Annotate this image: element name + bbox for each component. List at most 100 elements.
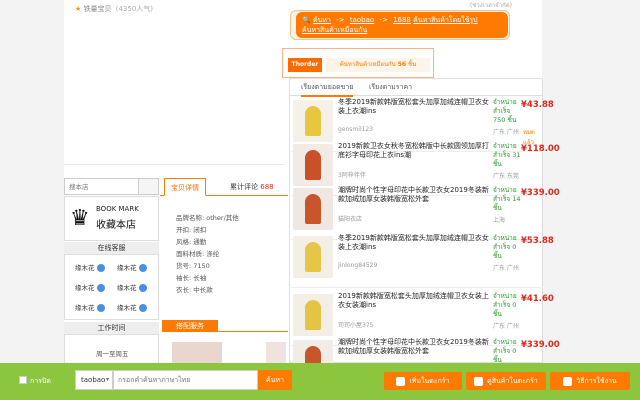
location: 广东 广州 [493, 265, 519, 272]
cs-contact[interactable]: 缘木花 [117, 262, 147, 272]
attr-line: 风格: 通勤 [176, 238, 207, 246]
help-icon [563, 376, 573, 386]
translate-banner: 🔍 ค้นหา -> taobao -> 1688 ค้นหาสินค้าโดย… [296, 12, 508, 38]
left-gutter [0, 0, 64, 400]
price: ¥53.88 [521, 236, 554, 246]
bookmark-cn: 收藏本店 [96, 220, 136, 231]
attr-line: 面料材质: 涤纶 [176, 250, 220, 258]
detail-tabs: 宝贝详情 累计评论 688 [160, 178, 288, 196]
shop-name[interactable]: gensmil123 [338, 126, 373, 133]
1688-link[interactable]: 1688 [393, 16, 411, 24]
keyword-search-button[interactable]: ค้นหา [258, 370, 292, 390]
sold-count: จำหน่าย สำเร็จ 31 ชิ้น [493, 142, 521, 168]
product-thumbnail[interactable] [293, 236, 333, 278]
chat-icon [138, 304, 147, 312]
match-product-image[interactable] [266, 342, 286, 364]
attr-line: 袖长: 长袖 [176, 274, 207, 282]
store-search [64, 178, 159, 195]
work-hours-title: 工作时间 [64, 322, 159, 334]
keyword-search-input[interactable] [114, 371, 257, 389]
chat-icon [96, 304, 105, 312]
search-icon: 🔍 [302, 16, 311, 24]
product-thumbnail[interactable] [293, 188, 333, 230]
attr-line: 开扣: 闭扣 [176, 226, 207, 234]
keyword-search [113, 370, 258, 390]
attr-line: 货号: 7150 [176, 262, 210, 270]
shop-name[interactable]: 3阿梓伴伴 [338, 170, 366, 179]
arrow-icon: -> [379, 16, 388, 24]
shop-name[interactable]: 司司小屋375 [338, 320, 373, 329]
cs-contact[interactable]: 缘木花 [75, 262, 105, 272]
store-search-button[interactable] [138, 179, 158, 194]
same-item-link[interactable]: ค้นหาสินค้าเหมือนกัน [302, 26, 367, 34]
match-divider [162, 331, 288, 332]
arrow-icon: -> [336, 16, 345, 24]
online-service-title: 在线客服 [64, 242, 159, 254]
chat-icon [96, 284, 105, 292]
tab-detail[interactable]: 宝贝详情 [164, 178, 206, 196]
price: ¥339.00 [521, 340, 560, 350]
rating-count: (4350人气) [115, 5, 154, 13]
similar-tabs: เรียงตามยอดขาย เรียงตามราคา [289, 78, 543, 97]
shop-name[interactable]: Jinlong84529 [338, 262, 377, 269]
attr-line: 衣长: 中长款 [176, 286, 213, 294]
close-label: การปิด [30, 377, 51, 385]
product-title[interactable]: 冬季2019新款韩版宽松套头加厚加绒连帽卫衣女装上衣潮ins [338, 98, 490, 124]
product-title[interactable]: 2019新款韩版宽松套头加厚加绒连帽卫衣女装上衣女装潮ins [338, 292, 490, 318]
tab-sort-sales[interactable]: เรียงตามยอดขาย [301, 82, 354, 97]
bookmark-en: BOOK MARK [96, 205, 139, 213]
product-thumbnail[interactable] [293, 294, 333, 336]
image-search-link[interactable]: ค้นหาสินค้าโดยใช้รูป [413, 16, 477, 24]
thorder-prefix: ค้นหาสินค้าเหมือนกัน [339, 61, 396, 68]
sold-count: จำหน่าย สำเร็จ 0 ชิ้น [493, 292, 517, 318]
match-product-image[interactable] [172, 342, 222, 364]
sold-count: จำหน่าย สำเร็จ 750 ชิ้น [493, 98, 517, 124]
cs-contact[interactable]: 缘木花 [117, 282, 147, 292]
thorder-button[interactable]: Thorder [288, 58, 322, 72]
sold-count: จำหน่าย สำเร็จ 14 ชิ้น [493, 186, 521, 212]
cart-icon [396, 376, 406, 386]
crown-icon: ♛ [70, 206, 90, 231]
thorder-suffix: ชิ้น [408, 61, 417, 68]
product-title[interactable]: 2019新款卫衣女秋冬宽松韩版中长款圆领加厚打底衫字母印花上衣ins潮 [338, 142, 490, 168]
thorder-count: 56 [397, 61, 407, 68]
store-search-input[interactable] [65, 179, 135, 194]
product-title[interactable]: 冬季2019新款韩版宽松套头加厚加绒连帽卫衣女装上衣潮ins [338, 234, 490, 260]
chat-icon [138, 284, 147, 292]
add-to-cart-button[interactable]: เพิ่มในตะกร้า [384, 372, 462, 390]
chat-icon [138, 264, 147, 272]
sold-count: จำหน่าย สำเร็จ 0 ชิ้น [493, 234, 517, 260]
cs-contact[interactable]: 缘木花 [75, 282, 105, 292]
guide-button[interactable]: วิธีการใช้งาน [550, 372, 630, 390]
similar-item-row[interactable]: 冬季2019新款韩版宽松套头加厚加绒连帽卫衣女装上衣潮ins Jinlong845… [291, 232, 554, 288]
product-title[interactable]: 潮牌时尚个性字母印花中长款卫衣女2019冬装新款加绒加厚女装韩版宽松外套 [338, 338, 490, 364]
view-cart-button[interactable]: ดูสินค้าในตะกร้า [466, 372, 546, 390]
customer-service-list: 缘木花 缘木花 缘木花 缘木花 缘木花 缘木花 [64, 254, 159, 320]
taobao-link[interactable]: taobao [350, 16, 374, 24]
price: ¥118.00 [521, 144, 560, 154]
search-link[interactable]: ค้นหา [313, 16, 331, 24]
price: ¥339.00 [521, 188, 560, 198]
cart-icon [474, 376, 484, 386]
cs-contact[interactable]: 缘木花 [75, 302, 105, 312]
cs-contact[interactable]: 缘木花 [117, 302, 147, 312]
platform-value: taobao [81, 376, 106, 384]
product-title[interactable]: 潮牌时尚个性字母印花中长款卫衣女2019冬装新款加绒加厚女装韩版宽松外套 [338, 186, 490, 212]
platform-select[interactable]: taobao ▾ [75, 370, 113, 390]
thorder-count-text[interactable]: ค้นหาสินค้าเหมือนกัน 56 ชิ้น [326, 58, 430, 72]
product-thumbnail[interactable] [293, 100, 333, 142]
close-checkbox[interactable] [19, 376, 27, 384]
tab-reviews[interactable]: 累计评论 688 [224, 178, 280, 196]
shop-name[interactable]: 猫阳衣店 [338, 214, 362, 223]
price: ¥41.60 [521, 294, 554, 304]
price: ¥43.88 [521, 100, 554, 110]
location: 上海 [493, 217, 506, 224]
chat-icon [96, 264, 105, 272]
product-thumbnail[interactable] [293, 144, 333, 186]
sold-count: จำหน่าย สำเร็จ 0 ชิ้น [493, 338, 517, 364]
location: 广东 广州 [493, 129, 519, 136]
attr-line: 品牌名称: other/其他 [176, 214, 239, 222]
review-count: 688 [260, 183, 274, 191]
tab-sort-price[interactable]: เรียงตามราคา [369, 82, 412, 93]
product-attributes: 品牌名称: other/其他 开扣: 闭扣 风格: 通勤 面料材质: 涤纶 货号… [176, 212, 239, 296]
